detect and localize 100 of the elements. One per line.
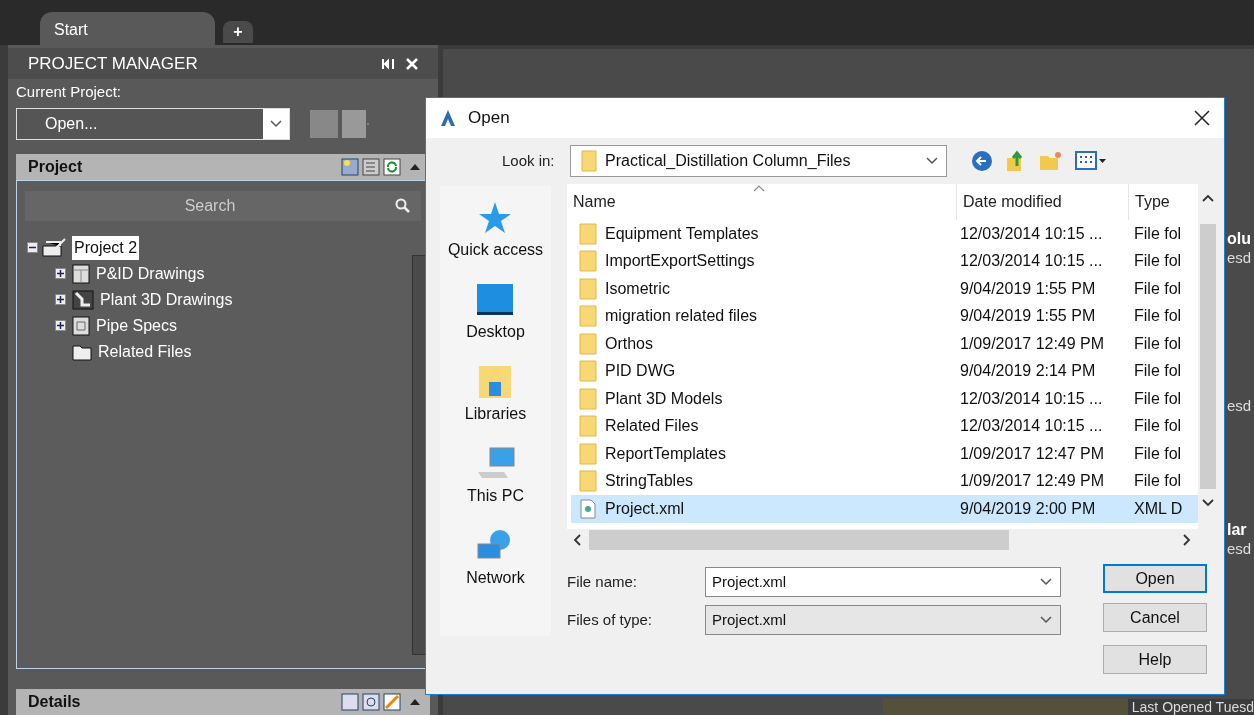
type-cell-text: File fol [1133,443,1183,464]
type-cell-text: File fol [1133,416,1183,437]
folder-icon [579,442,597,465]
scrollbar-thumb[interactable] [589,530,1009,550]
project-dropdown[interactable]: Open... [16,107,290,140]
dialog-button[interactable]: Cancel [1103,603,1207,632]
file-name: Equipment Templates [605,223,759,244]
file-row[interactable]: Related Files 12/03/2014 10:15 ... File fol [571,412,1198,440]
type-cell-text: File fol [1133,306,1183,327]
date-cell-text: 9/04/2019 2:14 PM [959,361,1097,382]
folder-icon [579,360,597,383]
new-tab-button[interactable]: + [223,21,253,43]
project-icon [42,237,68,258]
date-cell-text: 9/04/2019 1:55 PM [959,278,1097,299]
file-name: migration related files [605,306,758,327]
scroll-down-icon [1202,499,1214,507]
place-link[interactable]: This PC [467,484,524,508]
dialog-button[interactable]: Help [1103,645,1207,674]
date-cell-text: 12/03/2014 10:15 ... [959,416,1104,437]
type-cell-text: File fol [1133,223,1183,244]
type-cell-text: File fol [1133,278,1183,299]
view-menu-icon [1075,151,1107,171]
file-name: Related Files [605,416,699,437]
last-opened-text: Last Opened Tuesd [1127,699,1254,715]
file-row[interactable]: ImportExportSettings 12/03/2014 10:15 ... File fol [571,247,1198,275]
text-fragment: lar [1227,520,1248,540]
file-row[interactable]: PID DWG 9/04/2019 2:14 PM File fol [571,357,1198,385]
drawing-sheet-icon [72,263,90,284]
place-link[interactable]: Desktop [466,320,525,344]
column-header[interactable]: Name [567,184,956,220]
preview-icon [362,693,380,712]
search-field[interactable]: Search [25,190,421,221]
new-project-icon [341,157,359,176]
file-row[interactable]: Project.xml 9/04/2019 2:00 PM XML D [571,495,1198,523]
pipe-spec-icon [72,315,90,336]
chevron-down-icon [1040,578,1052,586]
collapse-icon [408,697,422,708]
sort-ascending-icon [753,184,765,192]
column-header[interactable]: Date modified [956,184,1128,220]
folder-icon [579,250,597,273]
dialog-button[interactable]: Open [1103,564,1207,593]
file-name: Project.xml [605,498,685,519]
file-name: Plant 3D Models [605,388,723,409]
file-name: Orthos [605,333,653,354]
folder-icon [579,332,597,355]
text-fragment: olu [1227,229,1252,249]
back-icon [971,150,993,172]
file-name: ImportExportSettings [605,251,755,272]
date-cell-text: 1/09/2017 12:49 PM [959,333,1106,354]
field-label: Current Project: [15,82,123,103]
file-row[interactable]: Orthos 1/09/2017 12:49 PM File fol [571,330,1198,358]
chevron-down-icon [270,119,282,128]
search-icon [395,197,411,214]
type-cell-text: File fol [1133,361,1183,382]
file-row[interactable]: ReportTemplates 1/09/2017 12:47 PM File fol [571,440,1198,468]
file-row[interactable]: migration related files 9/04/2019 1:55 PM File fol [571,302,1198,330]
dialog-title: Open [468,107,511,130]
date-cell-text: 9/04/2019 2:00 PM [959,498,1097,519]
tree-item[interactable]: Plant 3D Drawings [100,287,233,312]
folder-icon [579,470,597,493]
file-row[interactable]: Isometric 9/04/2019 1:55 PM File fol [571,275,1198,303]
type-cell-text: File fol [1133,471,1183,492]
place-link[interactable]: Network [466,566,525,590]
text-fragment: esd [1227,397,1253,415]
scroll-right-icon [1183,534,1191,546]
file-row[interactable]: StringTables 1/09/2017 12:49 PM File fol [571,467,1198,495]
refresh-icon [383,157,401,176]
chevron-down-icon [1040,616,1052,624]
tree-item[interactable]: P&ID Drawings [96,261,205,286]
file-name-field[interactable]: Project.xml [705,567,1061,597]
folder-icon [72,342,92,361]
section-title: Project [28,156,84,177]
folder-icon [581,150,597,172]
look-in-dropdown[interactable]: Practical_Distillation Column_Files [570,145,947,177]
date-cell-text: 12/03/2014 10:15 ... [959,251,1104,272]
file-type-dropdown[interactable]: Project.xml [705,605,1061,635]
plant-model-icon [72,289,94,310]
date-cell-text: 12/03/2014 10:15 ... [959,388,1104,409]
tree-item[interactable]: Project 2 [72,235,140,260]
scroll-left-icon [573,534,581,546]
pin-icon [382,57,394,70]
type-cell-text: File fol [1133,388,1183,409]
type-cell-text: File fol [1133,333,1183,354]
tree-item[interactable]: Pipe Specs [96,313,177,338]
folder-icon [579,222,597,245]
file-name: ReportTemplates [605,443,726,464]
edit-icon [383,693,401,712]
close-icon [406,57,418,70]
scroll-up-icon [1202,194,1214,202]
field-label: File name: [567,571,639,592]
file-row[interactable]: Equipment Templates 12/03/2014 10:15 ... File fol [571,220,1198,248]
date-cell-text: 1/09/2017 12:47 PM [959,443,1106,464]
place-link[interactable]: Quick access [447,238,544,262]
tab[interactable]: Start [40,12,215,45]
scrollbar-thumb[interactable] [1200,224,1216,489]
new-folder-icon [1039,150,1063,172]
field-label: Files of type: [567,609,654,630]
file-row[interactable]: Plant 3D Models 12/03/2014 10:15 ... File fol [571,385,1198,413]
place-link[interactable]: Libraries [464,402,527,426]
tree-item[interactable]: Related Files [98,339,192,364]
